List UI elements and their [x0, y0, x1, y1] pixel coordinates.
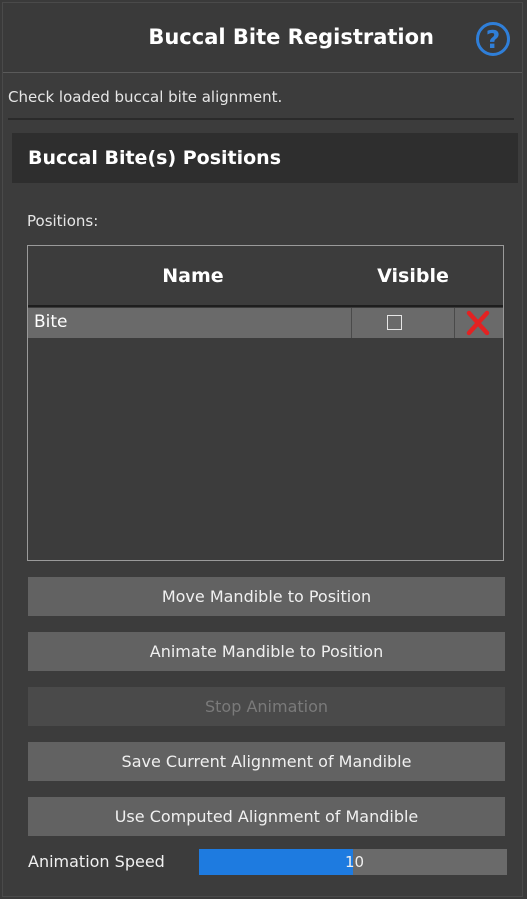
positions-table: Name Visible Bite — [27, 245, 504, 561]
panel-description: Check loaded buccal bite alignment. — [8, 88, 283, 106]
panel-title: Buccal Bite Registration — [148, 25, 434, 49]
help-glyph: ? — [485, 24, 501, 54]
animation-speed-slider[interactable]: 10 — [199, 849, 507, 875]
help-icon[interactable]: ? — [476, 22, 510, 56]
save-alignment-button[interactable]: Save Current Alignment of Mandible — [28, 742, 505, 781]
delete-icon[interactable] — [464, 310, 492, 336]
animation-speed-label: Animation Speed — [28, 852, 165, 871]
row-name-cell[interactable]: Bite — [34, 312, 68, 332]
table-header: Name Visible — [28, 246, 503, 307]
slider-fill — [199, 849, 353, 875]
positions-label: Positions: — [27, 212, 99, 230]
stop-animation-button[interactable]: Stop Animation — [28, 687, 505, 726]
column-header-name[interactable]: Name — [28, 265, 358, 287]
slider-value: 10 — [345, 853, 365, 871]
panel-header: Buccal Bite Registration ? — [3, 3, 522, 73]
divider — [8, 118, 514, 120]
animate-mandible-button[interactable]: Animate Mandible to Position — [28, 632, 505, 671]
move-mandible-button[interactable]: Move Mandible to Position — [28, 577, 505, 616]
cell-divider — [454, 308, 455, 338]
visible-checkbox[interactable] — [387, 315, 402, 330]
section-header: Buccal Bite(s) Positions — [12, 133, 518, 183]
section-title: Buccal Bite(s) Positions — [28, 147, 282, 169]
column-header-visible[interactable]: Visible — [348, 265, 478, 287]
use-computed-alignment-button[interactable]: Use Computed Alignment of Mandible — [28, 797, 505, 836]
table-row[interactable]: Bite — [28, 308, 503, 338]
cell-divider — [351, 308, 352, 338]
